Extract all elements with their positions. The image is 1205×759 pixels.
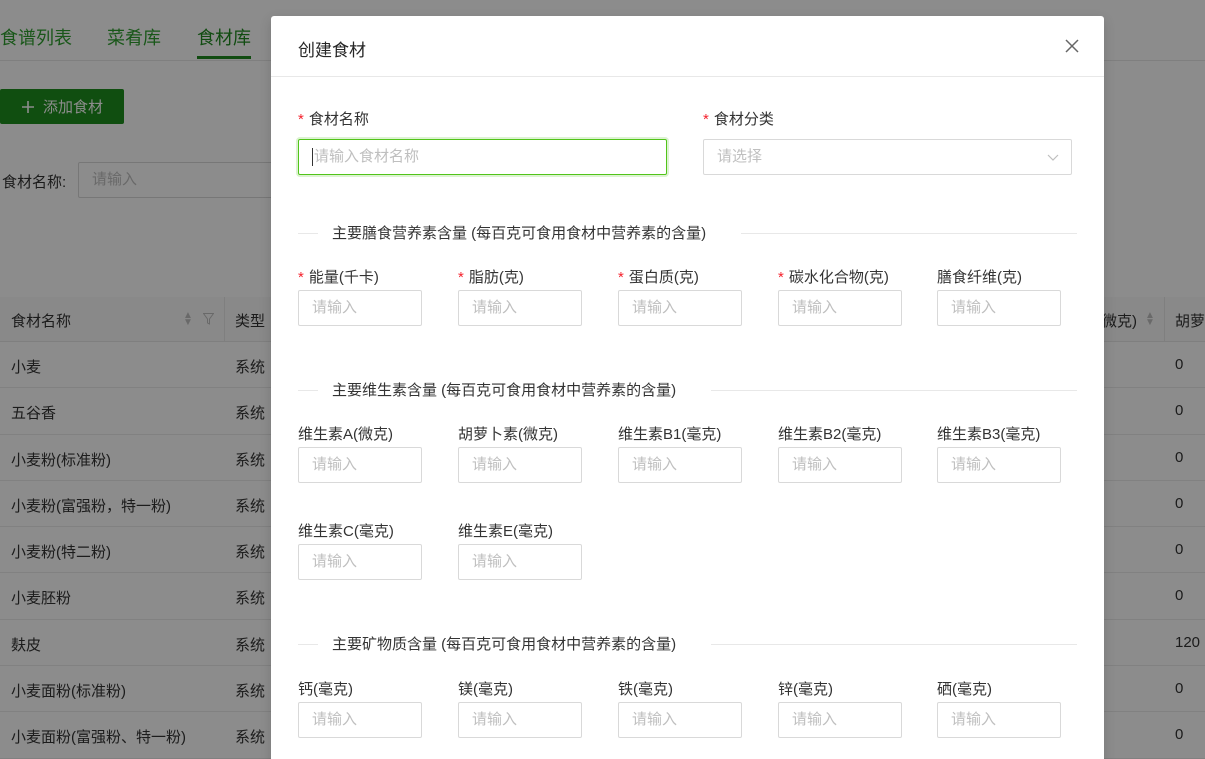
divider-line [298, 233, 318, 234]
required-mark: * [298, 269, 304, 286]
field-label-text: 铁(毫克) [618, 681, 673, 698]
nutrient-input[interactable]: 请输入 [298, 702, 422, 738]
section-macronutrients: 主要膳食营养素含量 (每百克可食用食材中营养素的含量) [298, 222, 1077, 244]
name-field-label: * 食材名称 [298, 108, 369, 129]
nutrient-input[interactable]: 请输入 [298, 290, 422, 326]
field-label: * 蛋白质(克) [618, 266, 699, 287]
divider-line [711, 390, 1077, 391]
section-title: 主要矿物质含量 (每百克可食用食材中营养素的含量) [332, 636, 677, 653]
nutrient-input[interactable]: 请输入 [618, 447, 742, 483]
ingredient-name-placeholder: 请输入食材名称 [314, 148, 420, 165]
field-label-text: 镁(毫克) [458, 681, 513, 698]
field-label: 锌(毫克) [778, 678, 833, 699]
field-label: 硒(毫克) [937, 678, 992, 699]
nutrient-input[interactable]: 请输入 [458, 544, 582, 580]
divider-line [711, 644, 1077, 645]
field-label-text: 硒(毫克) [937, 681, 992, 698]
required-mark: * [703, 111, 709, 128]
nutrient-input[interactable]: 请输入 [458, 702, 582, 738]
required-mark: * [458, 269, 464, 286]
field-label: 维生素B1(毫克) [618, 423, 721, 444]
category-field-label: * 食材分类 [703, 108, 774, 129]
field-label: 维生素A(微克) [298, 423, 393, 444]
divider-line [741, 233, 1077, 234]
nutrient-input[interactable]: 请输入 [458, 447, 582, 483]
section-title: 主要维生素含量 (每百克可食用食材中营养素的含量) [332, 382, 677, 399]
text-caret [312, 148, 313, 167]
field-label-text: 维生素A(微克) [298, 426, 393, 443]
chevron-down-icon [1047, 154, 1059, 161]
field-label: 维生素E(毫克) [458, 520, 553, 541]
field-label: 钙(毫克) [298, 678, 353, 699]
required-mark: * [618, 269, 624, 286]
field-label-text: 钙(毫克) [298, 681, 353, 698]
field-label-text: 碳水化合物(克) [788, 269, 889, 286]
nutrient-input[interactable]: 请输入 [618, 702, 742, 738]
field-label: 维生素C(毫克) [298, 520, 394, 541]
field-label: * 脂肪(克) [458, 266, 524, 287]
required-mark: * [298, 111, 304, 128]
field-label: 镁(毫克) [458, 678, 513, 699]
field-label-text: 维生素E(毫克) [458, 523, 553, 540]
divider-line [298, 644, 318, 645]
field-label-text: 能量(千卡) [308, 269, 379, 286]
create-ingredient-modal: 创建食材 * 食材名称 请输入食材名称 * 食材分类 请选择 主要膳食营养素含量 (… [271, 16, 1104, 759]
field-label-text: 胡萝卜素(微克) [458, 426, 558, 443]
nutrient-input[interactable]: 请输入 [298, 544, 422, 580]
nutrient-input[interactable]: 请输入 [937, 290, 1061, 326]
nutrient-input[interactable]: 请输入 [778, 447, 902, 483]
field-label: * 碳水化合物(克) [778, 266, 889, 287]
nutrient-input[interactable]: 请输入 [458, 290, 582, 326]
nutrient-input[interactable]: 请输入 [618, 290, 742, 326]
field-label: 铁(毫克) [618, 678, 673, 699]
field-label-text: 锌(毫克) [778, 681, 833, 698]
category-select[interactable]: 请选择 [703, 139, 1072, 175]
category-field-label-text: 食材分类 [713, 111, 774, 128]
close-icon[interactable] [1061, 35, 1083, 57]
ingredient-name-input[interactable]: 请输入食材名称 [298, 139, 667, 175]
modal-title: 创建食材 [298, 41, 366, 60]
divider-line [298, 390, 318, 391]
field-label-text: 脂肪(克) [468, 269, 524, 286]
field-label-text: 维生素B1(毫克) [618, 426, 722, 443]
section-title: 主要膳食营养素含量 (每百克可食用食材中营养素的含量) [332, 225, 707, 242]
nutrient-input[interactable]: 请输入 [298, 447, 422, 483]
section-vitamins: 主要维生素含量 (每百克可食用食材中营养素的含量) [298, 379, 1077, 401]
field-label-text: 膳食纤维(克) [937, 269, 1022, 286]
nutrient-input[interactable]: 请输入 [937, 702, 1061, 738]
field-label: 维生素B3(毫克) [937, 423, 1040, 444]
name-field-label-text: 食材名称 [308, 111, 369, 128]
field-label: 胡萝卜素(微克) [458, 423, 558, 444]
field-label: 膳食纤维(克) [937, 266, 1022, 287]
nutrient-input[interactable]: 请输入 [778, 290, 902, 326]
field-label: 维生素B2(毫克) [778, 423, 881, 444]
field-label-text: 蛋白质(克) [628, 269, 699, 286]
nutrient-input[interactable]: 请输入 [778, 702, 902, 738]
field-label-text: 维生素B3(毫克) [937, 426, 1041, 443]
nutrient-input[interactable]: 请输入 [937, 447, 1061, 483]
field-label: * 能量(千卡) [298, 266, 379, 287]
field-label-text: 维生素C(毫克) [298, 523, 394, 540]
required-mark: * [778, 269, 784, 286]
modal-header: 创建食材 [271, 16, 1104, 77]
field-label-text: 维生素B2(毫克) [778, 426, 882, 443]
category-placeholder: 请选择 [717, 148, 763, 165]
section-minerals: 主要矿物质含量 (每百克可食用食材中营养素的含量) [298, 633, 1077, 655]
